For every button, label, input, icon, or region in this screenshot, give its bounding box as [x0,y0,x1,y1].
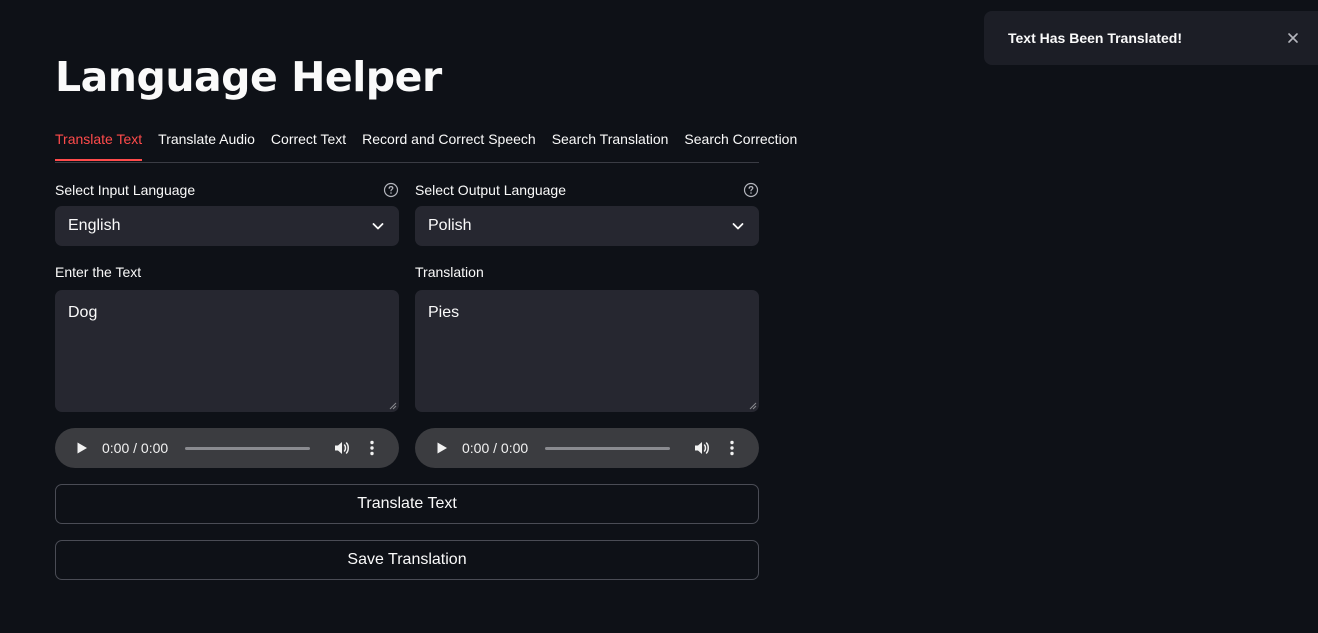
translation-text-area[interactable]: Pies [415,290,759,412]
input-text-value: Dog [68,304,98,321]
more-options-icon[interactable] [365,439,379,457]
translation-value: Pies [428,304,460,321]
input-language-label-row: Select Input Language [55,180,399,200]
output-audio-time: 0:00 / 0:00 [462,440,529,456]
input-text-area[interactable]: Dog [55,290,399,412]
tab-correct-text[interactable]: Correct Text [271,122,346,160]
output-language-label: Select Output Language [415,182,567,198]
chevron-down-icon [372,223,384,230]
output-audio-progress-bar[interactable] [545,446,670,450]
tab-search-correction[interactable]: Search Correction [684,122,797,160]
resize-handle-icon[interactable] [389,402,397,410]
question-circle-icon[interactable] [743,182,759,198]
save-translation-button[interactable]: Save Translation [55,540,759,580]
app-page: Language Helper Translate Text Translate… [0,0,1318,633]
translate-text-button[interactable]: Translate Text [55,484,759,524]
tab-record-and-correct-speech[interactable]: Record and Correct Speech [362,122,536,160]
volume-icon[interactable] [693,439,711,457]
play-icon[interactable] [435,441,449,455]
output-language-value: Polish [428,217,472,234]
input-language-select[interactable]: English [55,206,399,246]
input-audio-player: 0:00 / 0:00 [55,428,399,468]
output-audio-player: 0:00 / 0:00 [415,428,759,468]
chevron-down-icon [732,223,744,230]
input-language-label: Select Input Language [55,182,196,198]
input-audio-time: 0:00 / 0:00 [102,440,169,456]
input-language-value: English [68,217,121,234]
output-language-select[interactable]: Polish [415,206,759,246]
question-circle-icon[interactable] [383,182,399,198]
toast-notification: Text Has Been Translated! [984,11,1318,65]
resize-handle-icon[interactable] [749,402,757,410]
play-icon[interactable] [75,441,89,455]
toast-message: Text Has Been Translated! [1008,30,1183,46]
tab-translate-text[interactable]: Translate Text [55,122,143,161]
input-text-label: Enter the Text [55,264,142,280]
tab-translate-audio[interactable]: Translate Audio [158,122,255,160]
volume-icon[interactable] [333,439,351,457]
close-icon[interactable] [1286,31,1300,45]
input-audio-progress-bar[interactable] [185,446,310,450]
output-language-label-row: Select Output Language [415,180,759,200]
translation-label: Translation [415,264,484,280]
page-title: Language Helper [55,53,442,101]
tab-bar: Translate Text Translate Audio Correct T… [55,122,797,163]
tab-search-translation[interactable]: Search Translation [552,122,669,160]
more-options-icon[interactable] [725,439,739,457]
